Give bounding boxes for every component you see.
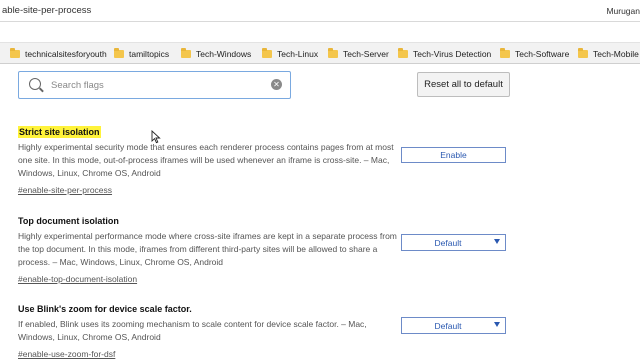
mouse-cursor-icon <box>151 130 161 144</box>
enable-button[interactable]: Enable <box>401 147 506 163</box>
folder-icon <box>578 48 588 58</box>
folder-icon <box>500 48 510 58</box>
folder-icon <box>328 48 338 58</box>
bookmark-label: Tech-Virus Detection <box>413 49 492 59</box>
flag-description: Highly experimental security mode that e… <box>18 142 394 178</box>
bookmark-folder[interactable]: Tech-Virus Detection <box>398 47 491 61</box>
bookmark-label: Tech-Software <box>515 49 570 59</box>
flag-entry: Strict site isolation Highly experimenta… <box>18 122 398 198</box>
folder-icon <box>10 48 20 58</box>
select-value: Default <box>434 238 462 248</box>
search-box: ✕ <box>18 71 291 99</box>
bookmarks-bar: technicalsitesforyouth tamiltopics Tech-… <box>0 42 640 64</box>
bookmark-folder[interactable]: Tech-Linux <box>262 47 318 61</box>
browser-top-strip: able-site-per-process Murugan <box>0 0 640 40</box>
search-input[interactable] <box>51 77 271 93</box>
flag-entry: Top document isolation Highly experiment… <box>18 211 398 287</box>
flag-title: Top document isolation <box>18 216 119 226</box>
bookmark-folder[interactable]: Tech-Software <box>500 47 569 61</box>
bookmark-label: Tech-Linux <box>277 49 319 59</box>
flag-link[interactable]: #enable-site-per-process <box>18 184 112 197</box>
reset-all-button[interactable]: Reset all to default <box>417 72 510 97</box>
bookmark-folder[interactable]: Tech-Windows <box>181 47 251 61</box>
bookmark-folder[interactable]: Tech-Server <box>328 47 389 61</box>
bookmark-label: technicalsitesforyouth <box>25 49 107 59</box>
flag-title: Strict site isolation <box>18 126 101 138</box>
search-icon <box>29 78 41 90</box>
clear-icon[interactable]: ✕ <box>271 79 282 90</box>
flag-select[interactable]: Default <box>401 234 506 251</box>
address-bar[interactable]: able-site-per-process Murugan <box>0 2 640 22</box>
bookmark-label: Tech-Windows <box>196 49 252 59</box>
profile-name[interactable]: Murugan <box>606 6 640 16</box>
folder-icon <box>181 48 191 58</box>
flag-description: If enabled, Blink uses its zooming mecha… <box>18 319 367 342</box>
flag-select[interactable]: Default <box>401 317 506 334</box>
bookmark-label: tamiltopics <box>129 49 170 59</box>
bookmark-label: Tech-Mobile <box>593 49 639 59</box>
flag-link[interactable]: #enable-top-document-isolation <box>18 273 137 286</box>
bookmark-folder[interactable]: Tech-Mobile <box>578 47 639 61</box>
folder-icon <box>398 48 408 58</box>
chevron-down-icon <box>494 322 500 327</box>
address-url[interactable]: able-site-per-process <box>2 5 91 16</box>
folder-icon <box>262 48 272 58</box>
flag-description: Highly experimental performance mode whe… <box>18 231 397 267</box>
bookmark-folder[interactable]: tamiltopics <box>114 47 169 61</box>
chevron-down-icon <box>494 239 500 244</box>
flag-title: Use Blink's zoom for device scale factor… <box>18 304 192 314</box>
flag-link[interactable]: #enable-use-zoom-for-dsf <box>18 348 115 360</box>
select-value: Default <box>434 321 462 331</box>
bookmark-label: Tech-Server <box>343 49 389 59</box>
flag-entry: Use Blink's zoom for device scale factor… <box>18 299 398 360</box>
bookmark-folder[interactable]: technicalsitesforyouth <box>10 47 107 61</box>
folder-icon <box>114 48 124 58</box>
